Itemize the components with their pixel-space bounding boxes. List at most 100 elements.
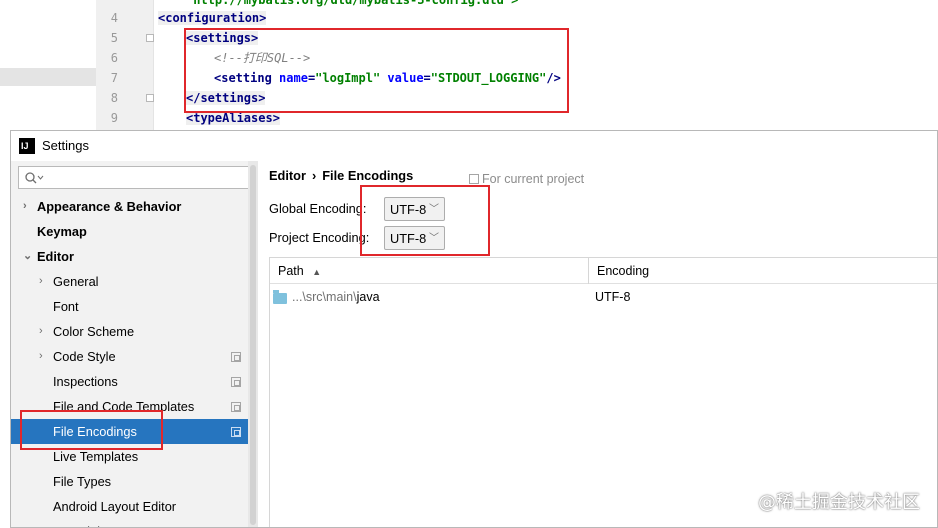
global-encoding-label: Global Encoding: xyxy=(269,201,367,216)
sidebar-item-label: Color Scheme xyxy=(53,324,135,339)
column-header-encoding[interactable]: Encoding xyxy=(589,258,937,284)
sidebar-item-file-and-code-templates[interactable]: File and Code Templates xyxy=(11,394,258,419)
code-text: <configuration> xyxy=(158,8,267,28)
sidebar-scrollbar[interactable] xyxy=(248,161,258,527)
code-line[interactable]: 5 <settings> xyxy=(96,28,938,48)
sidebar-item-label: General xyxy=(53,274,99,289)
sidebar-item-label: Code Style xyxy=(53,349,116,364)
code-text: <settings> xyxy=(186,28,259,48)
sidebar-item-editor[interactable]: ⌄ Editor xyxy=(11,244,258,269)
sidebar-item-file-encodings[interactable]: File Encodings xyxy=(11,419,258,444)
sidebar-item-file-types[interactable]: File Types xyxy=(11,469,258,494)
code-token: <configuration> xyxy=(158,11,267,25)
code-text: </settings> xyxy=(186,88,266,108)
code-line[interactable]: 4 <configuration> xyxy=(96,8,938,28)
code-line[interactable]: 9 <typeAliases> xyxy=(96,108,938,128)
line-number: 5 xyxy=(110,31,118,45)
sidebar-item-keymap[interactable]: Keymap xyxy=(11,219,258,244)
encoding-header-label: Encoding xyxy=(597,264,650,278)
fold-marker-icon[interactable] xyxy=(146,94,154,102)
sidebar-item-general[interactable]: › General xyxy=(11,269,258,294)
sidebar-item-label: File Types xyxy=(53,474,112,489)
code-line[interactable]: 8 </settings> xyxy=(96,88,938,108)
breadcrumb: Editor › File Encodings xyxy=(269,168,413,183)
line-number: 8 xyxy=(110,91,118,105)
watermark: @稀土掘金技术社区 xyxy=(758,492,920,513)
sidebar-item-color-scheme[interactable]: › Color Scheme xyxy=(11,319,258,344)
sidebar-item-appearance-behavior[interactable]: › Appearance & Behavior xyxy=(11,194,258,219)
line-number: 6 xyxy=(110,51,118,65)
row-path: ...\src\main\java xyxy=(292,285,380,310)
column-header-path[interactable]: Path ▲ xyxy=(270,258,589,284)
sidebar-item-copyright[interactable]: › Copyright xyxy=(11,519,258,527)
chevron-right-icon[interactable]: › xyxy=(39,319,49,344)
sidebar-item-inspections[interactable]: Inspections xyxy=(11,369,258,394)
code-line[interactable]: 7 <setting name="logImpl" value="STDOUT_L… xyxy=(96,68,938,88)
code-editor[interactable]: "http://mybatis.org/dtd/mybatis-3-config… xyxy=(0,0,938,140)
dialog-title: Settings xyxy=(42,138,89,153)
global-encoding-value: UTF-8 xyxy=(390,202,427,217)
breadcrumb-current: File Encodings xyxy=(322,168,414,183)
breadcrumb-separator: › xyxy=(311,168,317,183)
code-token: </settings> xyxy=(186,91,266,105)
code-token: /> xyxy=(546,71,561,85)
chevron-right-icon[interactable]: › xyxy=(39,344,49,369)
chevron-down-icon: ﹀ xyxy=(429,204,439,215)
scrollbar-thumb[interactable] xyxy=(250,165,256,525)
code-token: "STDOUT_LOGGING" xyxy=(430,71,547,85)
line-number: 9 xyxy=(110,111,118,125)
fold-marker-icon[interactable] xyxy=(146,34,154,42)
sidebar-item-font[interactable]: Font xyxy=(11,294,258,319)
path-header-label: Path xyxy=(278,264,304,278)
sidebar-item-label: Keymap xyxy=(37,224,87,239)
dialog-titlebar[interactable]: IJ Settings xyxy=(11,131,937,161)
code-line[interactable]: 6 <!--打印SQL--> xyxy=(96,48,938,68)
line-number: 7 xyxy=(110,71,118,85)
search-input[interactable] xyxy=(45,168,245,187)
code-text: <!--打印SQL--> xyxy=(214,48,310,68)
chevron-right-icon[interactable]: › xyxy=(23,194,33,219)
code-token: <!--打印SQL--> xyxy=(214,51,311,65)
project-panel-strip xyxy=(0,0,96,140)
settings-search[interactable] xyxy=(18,166,251,189)
project-encoding-dropdown[interactable]: UTF-8 ﹀ xyxy=(384,226,445,250)
for-current-project-label: For current project xyxy=(482,172,585,186)
code-token: <setting xyxy=(214,71,280,85)
project-encoding-label: Project Encoding: xyxy=(269,230,370,245)
code-text: <typeAliases> xyxy=(186,108,280,128)
sidebar-item-live-templates[interactable]: Live Templates xyxy=(11,444,258,469)
project-scope-icon xyxy=(231,402,241,412)
sidebar-item-android-layout-editor[interactable]: Android Layout Editor xyxy=(11,494,258,519)
for-current-project-note: For current project xyxy=(469,172,584,186)
breadcrumb-parent[interactable]: Editor xyxy=(269,168,306,183)
code-token: "http://mybatis.org/dtd/mybatis-3-config… xyxy=(186,0,519,7)
chevron-right-icon[interactable]: › xyxy=(39,519,49,527)
chevron-right-icon[interactable]: › xyxy=(39,269,49,294)
project-scope-icon xyxy=(231,377,241,387)
chevron-down-icon[interactable]: ⌄ xyxy=(23,244,33,269)
global-encoding-dropdown[interactable]: UTF-8 ﹀ xyxy=(384,197,445,221)
code-token: <typeAliases> xyxy=(186,111,280,125)
chevron-down-icon: ﹀ xyxy=(429,233,439,244)
sidebar-item-code-style[interactable]: › Code Style xyxy=(11,344,258,369)
settings-sidebar: › Appearance & Behavior Keymap ⌄ Editor › Gene… xyxy=(11,161,258,527)
sidebar-item-label: File Encodings xyxy=(53,424,137,439)
sidebar-item-label: Android Layout Editor xyxy=(53,499,177,514)
sidebar-item-label: Appearance & Behavior xyxy=(37,199,182,214)
sidebar-item-label: Editor xyxy=(37,249,74,264)
project-scope-icon xyxy=(231,352,241,362)
sidebar-item-label: File and Code Templates xyxy=(53,399,195,414)
table-row[interactable]: ...\src\main\java UTF-8 xyxy=(270,285,937,310)
code-token: value xyxy=(387,71,424,85)
code-token: name xyxy=(279,71,308,85)
code-text: <setting name="logImpl" value="STDOUT_LO… xyxy=(214,68,561,88)
row-path-leaf: java xyxy=(356,290,380,304)
settings-dialog: IJ Settings › Appearance & Behavior Keymap… xyxy=(10,130,938,528)
sidebar-item-label: Font xyxy=(53,299,79,314)
row-path-prefix: ...\src\main\ xyxy=(292,290,357,304)
sidebar-item-label: Live Templates xyxy=(53,449,139,464)
code-token: = xyxy=(423,71,431,85)
sidebar-item-label: Copyright xyxy=(53,519,108,527)
row-encoding: UTF-8 xyxy=(595,290,631,304)
sidebar-item-label: Inspections xyxy=(53,374,118,389)
